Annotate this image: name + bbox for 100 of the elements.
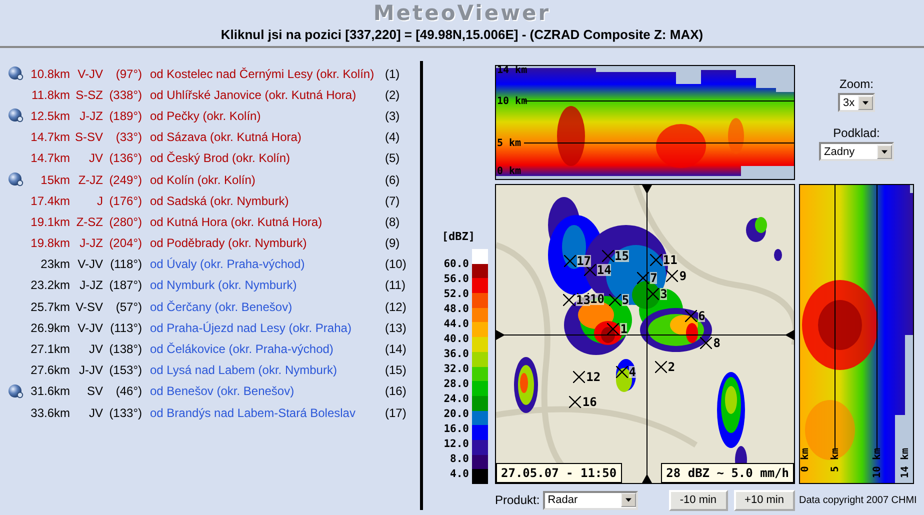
direction-text: JV <box>88 342 103 356</box>
bearing-text: (33°) <box>114 130 142 144</box>
distance-text: 25.7km <box>30 300 70 314</box>
bearing-text: (138°) <box>108 342 142 356</box>
bearing-text: (118°) <box>109 257 142 272</box>
direction-text: Z-JZ <box>77 172 103 187</box>
place-text: od Kostelec nad Černými Lesy (okr. Kolín) <box>149 66 376 81</box>
marker-label: 13 <box>576 294 590 306</box>
place-number: (7) <box>385 194 400 208</box>
place-text: od Uhlířské Janovice (okr. Kutná Hora) <box>149 88 358 102</box>
place-link[interactable]: od Čelákovice (okr. Praha-východ) <box>142 342 385 356</box>
product-label: Produkt: <box>495 493 540 507</box>
time-step-button[interactable]: -10 min <box>668 490 728 510</box>
scale-label: 4.0 <box>449 467 469 482</box>
time-step-button[interactable]: +10 min <box>734 490 795 510</box>
marker-label: 16 <box>582 396 597 408</box>
cross-marker-icon <box>602 250 614 262</box>
app-title: MeteoViewer <box>373 0 551 26</box>
place-link[interactable]: od Lysá nad Labem (okr. Nymburk) <box>142 363 385 378</box>
bearing-text: (176°) <box>108 194 142 208</box>
place-link[interactable]: od Praha-Újezd nad Lesy (okr. Praha) <box>142 320 385 335</box>
cross-marker-icon <box>573 371 586 384</box>
zoom-select[interactable]: 3x <box>838 93 875 112</box>
place-number: (16) <box>385 384 406 398</box>
product-select[interactable]: Radar <box>542 490 638 510</box>
place-text: od Kutná Hora (okr. Kutná Hora) <box>149 214 324 229</box>
place-number: (12) <box>385 300 406 314</box>
place-text: od Poděbrady (okr. Nymburk) <box>149 236 308 250</box>
direction-text: V-JV <box>76 257 103 272</box>
place-number: (2) <box>385 88 400 102</box>
scale-label: 44.0 <box>444 317 469 332</box>
direction-text: JV <box>88 406 103 420</box>
zoom-label: Zoom: <box>839 77 874 91</box>
bearing-text: (136°) <box>108 151 142 166</box>
cross-marker-icon <box>700 337 712 350</box>
bearing-text: (97°) <box>114 66 142 81</box>
marker-label: 8 <box>713 337 720 350</box>
marker-label: 1 <box>620 322 628 335</box>
place-link[interactable]: od Nymburk (okr. Nymburk) <box>142 278 385 292</box>
direction-text: Z-SZ <box>75 214 103 229</box>
marker-label: 7 <box>650 272 658 284</box>
scale-label: 32.0 <box>444 362 469 377</box>
scale-label: 28.0 <box>444 377 469 392</box>
background-select[interactable]: Zadny <box>819 142 894 161</box>
altitude-label: 0 km <box>497 167 522 177</box>
distance-text: 14.7km <box>30 151 70 166</box>
cross-marker-icon <box>564 254 576 267</box>
distance-text: 14.7km <box>30 130 70 144</box>
scale-label: 24.0 <box>444 392 469 407</box>
altitude-label: 5 km <box>497 139 522 149</box>
direction-text: J-JV <box>78 363 103 378</box>
place-number: (3) <box>385 108 400 123</box>
distance-text: 12.5km <box>30 108 70 123</box>
timestamp-text: 27.05.07 - 11:50 <box>496 463 622 483</box>
distance-text: 27.1km <box>30 342 70 356</box>
cross-marker-icon <box>654 361 667 374</box>
place-number: (6) <box>385 172 400 187</box>
place-text: od Sázava (okr. Kutná Hora) <box>149 130 302 144</box>
unit-label: [dBZ] <box>442 230 475 243</box>
scale-label: 48.0 <box>444 302 469 317</box>
altitude-label: 0 km <box>801 448 811 474</box>
place-link[interactable]: od Úvaly (okr. Praha-východ) <box>142 257 385 272</box>
place-number: (15) <box>385 363 406 378</box>
marker-label: 9 <box>679 270 687 282</box>
cross-marker-icon <box>650 254 662 266</box>
place-link[interactable]: od Benešov (okr. Benešov) <box>142 384 385 398</box>
radar-map[interactable]: 1 2 3 4 5 6 7 8 9 10 11 12 13 14 15 16 17 27.05.07 - 11:50 28 dBZ ~ 5.0 mm/h <box>495 184 795 484</box>
place-link[interactable]: od Brandýs nad Labem-Stará Boleslav <box>142 406 385 420</box>
direction-text: J-JZ <box>78 108 103 123</box>
place-number: (8) <box>385 214 400 229</box>
scale-label: 52.0 <box>444 287 469 302</box>
place-text: od Kolín (okr. Kolín) <box>149 172 256 187</box>
direction-text: J <box>96 194 103 208</box>
distance-text: 17.4km <box>30 194 70 208</box>
distance-text: 27.6km <box>30 363 70 378</box>
direction-text: V-JV <box>76 320 103 335</box>
place-number: (13) <box>385 320 406 335</box>
distance-text: 19.8km <box>30 236 70 250</box>
direction-text: SV <box>86 384 103 398</box>
distance-text: 23.2km <box>30 278 70 292</box>
bearing-text: (46°) <box>114 384 142 398</box>
scale-label: 12.0 <box>444 437 469 452</box>
place-number: (4) <box>385 130 400 144</box>
marker-label: 6 <box>698 310 706 322</box>
altitude-label: 14 km <box>901 448 911 480</box>
cross-marker-icon <box>569 396 582 408</box>
bearing-text: (338°) <box>108 88 142 102</box>
altitude-label: 10 km <box>873 448 883 480</box>
direction-text: JV <box>88 151 103 166</box>
background-label: Podklad: <box>833 126 880 140</box>
scale-label: 20.0 <box>444 407 469 422</box>
place-link[interactable]: od Čerčany (okr. Benešov) <box>142 300 385 314</box>
marker-label: 11 <box>662 254 678 266</box>
scale-label: 56.0 <box>444 272 469 287</box>
direction-text: V-SV <box>74 300 103 314</box>
bearing-text: (189°) <box>108 108 142 123</box>
distance-text: 15km <box>40 172 70 187</box>
distance-text: 11.8km <box>30 88 70 102</box>
caret-icon <box>858 96 873 110</box>
bearing-text: (187°) <box>108 278 142 292</box>
